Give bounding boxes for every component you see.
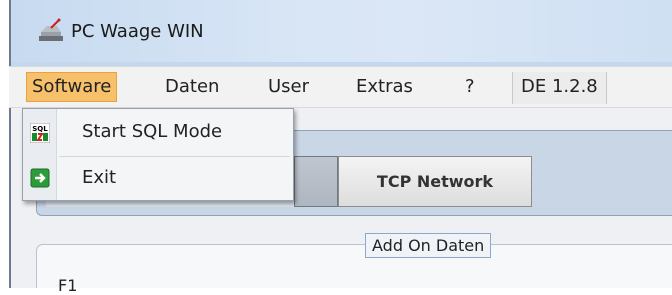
menu-item-label: Start SQL Mode [82, 121, 223, 142]
menu-bar: Software Daten User Extras ? DE 1.2.8 [9, 66, 672, 108]
title-bar[interactable]: PC Waage WIN [11, 0, 672, 62]
addon-group [36, 244, 672, 288]
menu-software[interactable]: Software [26, 72, 118, 102]
menu-item-exit[interactable]: Exit [23, 158, 293, 200]
menu-separator [59, 156, 290, 157]
field-label-f1: F1 [58, 276, 78, 295]
version-label: DE 1.2.8 [512, 72, 607, 104]
software-dropdown: SQL Start SQL Mode Exit [22, 108, 294, 201]
menu-daten[interactable]: Daten [160, 72, 224, 102]
tab-left[interactable] [294, 156, 338, 207]
menu-help[interactable]: ? [460, 72, 480, 102]
scale-icon [39, 18, 63, 41]
menu-item-start-sql-mode[interactable]: SQL Start SQL Mode [23, 112, 293, 154]
menu-item-label: Exit [82, 167, 117, 188]
exit-icon [30, 168, 50, 188]
svg-text:SQL: SQL [32, 125, 48, 133]
window-title: PC Waage WIN [71, 21, 204, 42]
tab-tcp-network[interactable]: TCP Network [338, 156, 532, 207]
sql-icon: SQL [30, 123, 50, 143]
menu-user[interactable]: User [263, 72, 314, 102]
menu-extras[interactable]: Extras [351, 72, 418, 102]
addon-group-title: Add On Daten [365, 233, 492, 258]
